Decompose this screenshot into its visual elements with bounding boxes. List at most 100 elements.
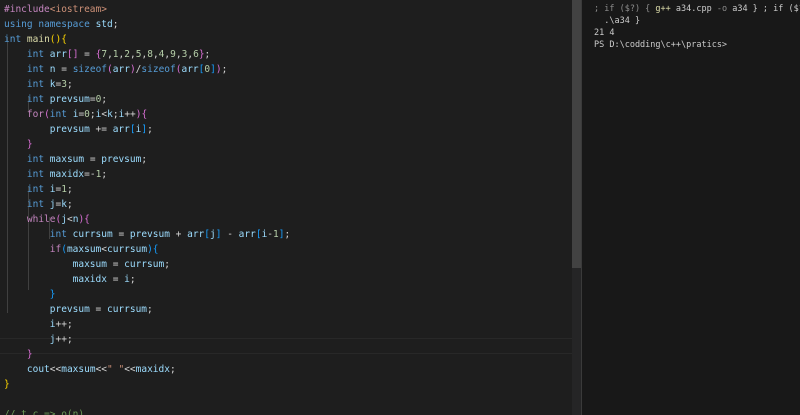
code-token: int [26, 64, 45, 75]
code-line[interactable]: maxidx = i; [4, 272, 136, 287]
code-token: << [95, 364, 108, 375]
code-token: prevsum [101, 154, 142, 165]
code-token: ; [147, 304, 153, 315]
code-token: ; [67, 184, 73, 195]
code-line[interactable]: } [4, 137, 33, 152]
code-token: namespace [38, 19, 90, 30]
terminal-text: PS D:\codding\c++\pratics> [594, 40, 728, 50]
code-line[interactable]: int n = sizeof(arr)/sizeof(arr[0]); [4, 62, 227, 77]
code-token: using [4, 19, 33, 30]
code-line[interactable]: int maxsum = prevsum; [4, 152, 147, 167]
code-token: maxidx [49, 169, 85, 180]
code-token: } [26, 349, 33, 360]
code-line[interactable]: int j=k; [4, 197, 73, 212]
code-token: maxidx [135, 364, 170, 375]
code-line[interactable]: } [4, 287, 56, 302]
code-line[interactable]: cout<<maxsum<<" "<<maxidx; [4, 362, 176, 377]
code-token: // t.c => o(n) [4, 409, 85, 415]
code-token: = [89, 304, 107, 315]
code-token: #include [4, 4, 50, 15]
code-editor[interactable]: #include<iostream> using namespace std; in… [0, 0, 572, 415]
code-token: prevsum [49, 94, 90, 105]
code-token: maxsum [49, 154, 85, 165]
terminal-text: a34 } ; if ($?) [732, 4, 800, 14]
code-token: maxidx [72, 274, 107, 285]
code-line[interactable]: int k=3; [4, 77, 73, 92]
code-line[interactable]: int i=1; [4, 182, 73, 197]
code-token: int [49, 109, 67, 120]
code-token: prevsum [49, 304, 90, 315]
code-line[interactable]: int arr[] = {7,1,2,5,8,4,9,3,6}; [4, 47, 210, 62]
code-line[interactable]: using namespace std; [4, 17, 118, 32]
code-token: - [221, 229, 239, 240]
code-token: currsum [106, 304, 148, 315]
code-line[interactable]: prevsum = currsum; [4, 302, 153, 317]
code-line[interactable]: int currsum = prevsum + arr[j] - arr[i-1… [4, 227, 290, 242]
code-token: } [49, 289, 56, 300]
terminal-text: ; if ($?) { [594, 4, 656, 14]
code-token: arr [181, 64, 199, 75]
code-line[interactable]: int maxidx=-1; [4, 167, 107, 182]
code-line[interactable]: #include<iostream> [4, 2, 107, 17]
code-token: ++; [55, 334, 73, 345]
code-token: int [26, 199, 45, 210]
code-token: << [124, 364, 136, 375]
code-line[interactable]: prevsum += arr[i]; [4, 122, 153, 137]
code-token: currsum [72, 229, 113, 240]
code-line[interactable]: // t.c => o(n) [4, 407, 84, 415]
code-token: = [78, 49, 96, 60]
code-line[interactable]: if(maxsum<currsum){ [4, 242, 159, 257]
code-token: } [4, 379, 10, 390]
code-token: int [49, 229, 67, 240]
code-line[interactable]: j++; [4, 332, 73, 347]
code-token: ++ [124, 109, 136, 120]
code-token: maxsum [72, 259, 107, 270]
code-token: currsum [107, 244, 148, 255]
code-token: ; [101, 94, 108, 105]
code-line[interactable]: } [4, 347, 33, 362]
terminal-panel[interactable]: ; if ($?) { g++ a34.cpp -o a34 } ; if ($… [582, 0, 800, 415]
code-token: [] [66, 49, 79, 60]
code-token: int [26, 169, 45, 180]
code-token: = [84, 154, 102, 165]
code-line[interactable]: int prevsum=0; [4, 92, 107, 107]
code-token: arr [49, 49, 67, 60]
code-token: { [84, 214, 90, 225]
code-token: int [26, 154, 45, 165]
code-token: ; [204, 49, 211, 60]
code-token: std [95, 19, 113, 30]
code-token: int [26, 184, 45, 195]
code-token: int [26, 49, 45, 60]
code-token: maxsum [61, 364, 96, 375]
code-line[interactable]: int main(){ [4, 32, 67, 47]
code-line[interactable]: } [4, 377, 10, 392]
code-token: { [141, 109, 148, 120]
code-line[interactable]: while(j<n){ [4, 212, 90, 227]
terminal-text: 21 4 [594, 28, 615, 38]
editor-scrollbar-thumb[interactable] [572, 0, 581, 268]
code-token: ; [141, 154, 148, 165]
code-token: maxsum [66, 244, 102, 255]
code-token: = [112, 229, 130, 240]
code-token: () [49, 34, 62, 45]
code-token: += [89, 124, 113, 135]
code-token: arr [112, 64, 130, 75]
code-line[interactable]: i++; [4, 317, 73, 332]
code-token: <iostream> [49, 4, 107, 15]
code-token: cout [26, 364, 50, 375]
code-line[interactable]: maxsum = currsum; [4, 257, 170, 272]
code-line[interactable]: for(int i=0;i<k;i++){ [4, 107, 147, 122]
